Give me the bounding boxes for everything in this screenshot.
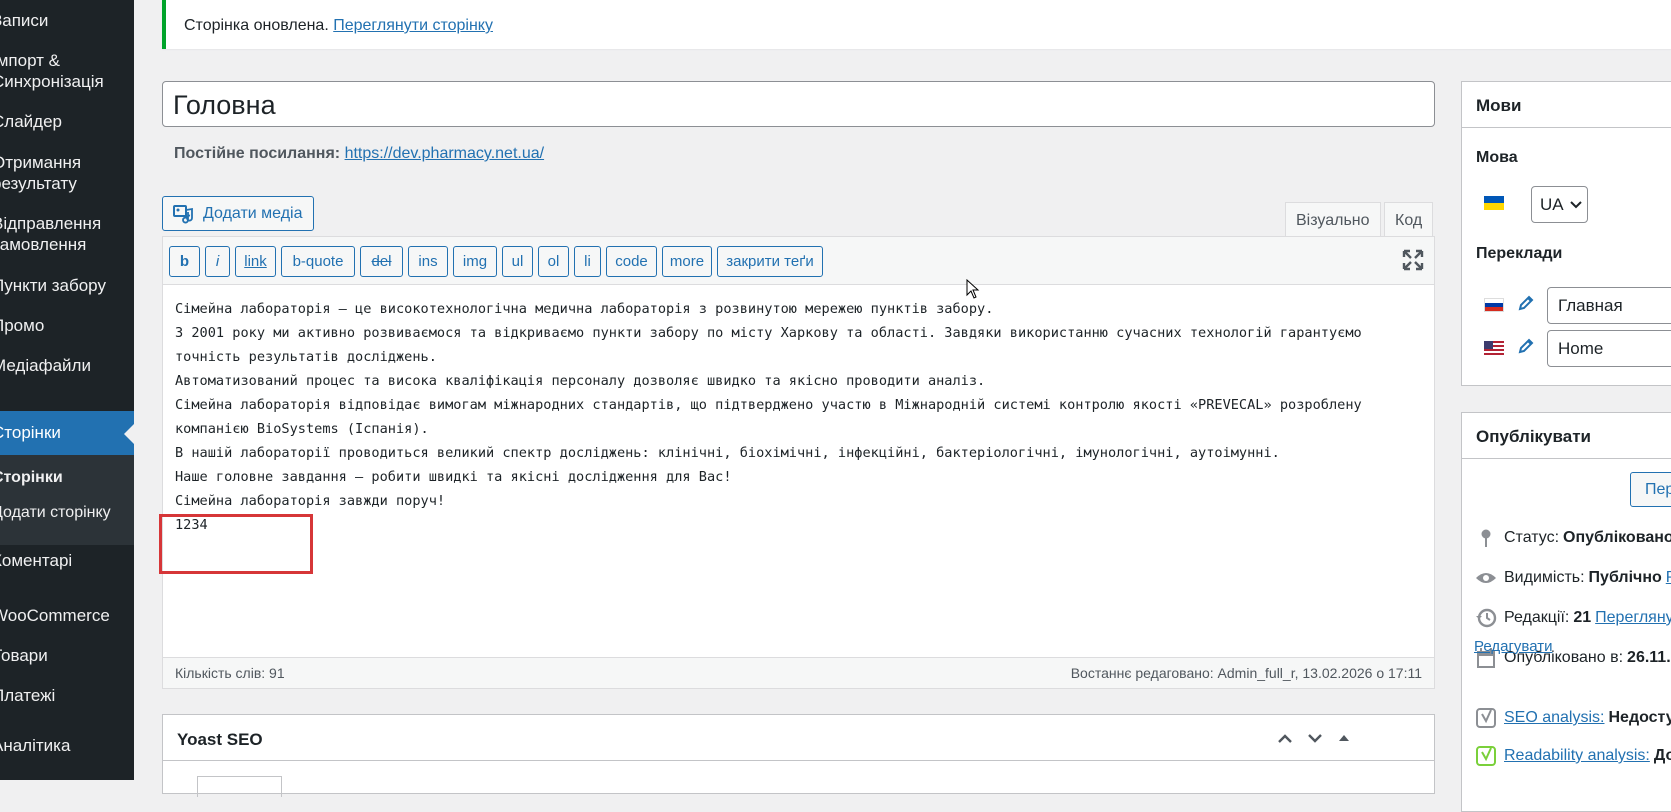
readability-analysis-link[interactable]: Readability analysis: [1504,747,1650,765]
language-select[interactable]: UA [1531,186,1588,223]
media-icon [173,204,193,223]
revisions-view-link[interactable]: Переглянути [1595,609,1671,627]
publish-panel: Опублікувати Пере Статус:Опубліковано Ви… [1461,412,1671,812]
submenu-item-add-page[interactable]: Додати сторінку [0,504,119,522]
sidebar-submenu-pages: Сторінки Додати сторінку [0,455,134,545]
translation-en-input[interactable]: Home [1547,330,1671,367]
permalink: Постійне посилання: https://dev.pharmacy… [174,145,544,163]
seo-analysis-row: SEO analysis:Недоступ [1474,706,1671,730]
update-notice: Сторінка оновлена. Переглянути сторінку [162,0,1671,49]
qt-li-button[interactable]: li [574,246,601,277]
submenu-item-all-pages[interactable]: Сторінки [0,469,71,487]
sidebar-item-woocommerce[interactable]: WooCommerce [0,605,134,627]
fullscreen-icon[interactable] [1402,249,1424,271]
page-title-input[interactable]: Головна [162,81,1435,127]
sidebar-item-promo[interactable]: Промо [0,315,134,337]
sidebar-item-pages[interactable]: Сторінки [0,411,134,455]
chevron-down-icon[interactable] [1307,731,1323,749]
chevron-up-icon[interactable] [1277,731,1293,749]
sidebar-item-results-line2[interactable]: результату [0,173,134,195]
qt-code-button[interactable]: code [606,246,657,277]
status-row: Статус: Опубліковано [1474,526,1671,550]
annotation-highlight-box [159,514,313,574]
qt-bquote-button[interactable]: b-quote [281,246,355,277]
yoast-tab[interactable] [197,776,282,797]
edit-translation-ru-icon[interactable] [1517,294,1535,317]
edit-translation-en-icon[interactable] [1517,337,1535,360]
edit-date-link[interactable]: Редагувати [1474,638,1553,655]
word-count: Кількість слів: 91 [175,665,285,681]
sidebar-item-send-order-line2[interactable]: замовлення [0,234,134,256]
editor-status-bar: Кількість слів: 91 Востаннє редаговано: … [163,657,1434,688]
sidebar-item-import-sync-line2[interactable]: Синхронізація [0,71,134,93]
admin-sidebar: Записи Імпорт & Синхронізація Слайдер От… [0,0,134,780]
languages-panel-title: Мови [1476,96,1522,115]
yoast-readability-icon [1474,744,1498,768]
quicktags-toolbar: b i link b-quote del ins img ul ol li co… [163,237,1434,285]
view-page-link[interactable]: Переглянути сторінку [333,17,493,34]
visibility-row: Видимість:ПублічноР [1474,566,1671,590]
eye-icon [1474,566,1498,590]
toggle-panel-icon[interactable] [1337,731,1351,749]
publish-panel-title: Опублікувати [1476,427,1591,446]
readability-row: Readability analysis: До [1474,744,1671,768]
sidebar-item-products[interactable]: Товари [0,645,134,667]
last-edited: Востаннє редаговано: Admin_full_r, 13.02… [1070,665,1422,681]
sidebar-item-payments[interactable]: Платежі [0,685,134,707]
translation-ru-input[interactable]: Главная [1547,287,1671,324]
sidebar-item-slider[interactable]: Слайдер [0,111,134,133]
notice-text: Сторінка оновлена. [184,17,329,34]
revisions-row: Редакції:21Переглянути [1474,606,1671,630]
permalink-url[interactable]: https://dev.pharmacy.net.ua/ [345,145,545,162]
permalink-label: Постійне посилання: [174,145,341,162]
qt-ul-button[interactable]: ul [502,246,533,277]
tab-visual[interactable]: Візуально [1285,202,1381,238]
sidebar-item-collection-points[interactable]: Пункти забору [0,275,134,297]
qt-del-button[interactable]: del [360,246,403,277]
language-select-value: UA [1540,194,1564,214]
seo-analysis-link[interactable]: SEO analysis: [1504,709,1604,727]
mouse-cursor-icon [966,279,980,299]
sidebar-item-posts[interactable]: Записи [0,10,134,32]
add-media-label: Додати медіа [203,204,303,222]
sidebar-item-send-order[interactable]: Відправлення [0,213,134,235]
yoast-seo-box: Yoast SEO [162,714,1435,797]
qt-ins-button[interactable]: ins [408,246,448,277]
flag-us-icon [1484,341,1504,355]
qt-more-button[interactable]: more [662,246,712,277]
sidebar-item-media[interactable]: Медіафайли [0,355,134,377]
qt-italic-button[interactable]: i [205,246,230,277]
history-icon [1474,606,1498,630]
sidebar-item-results[interactable]: Отримання [0,152,134,174]
pin-icon [1474,526,1498,550]
sidebar-item-import-sync[interactable]: Імпорт & [0,50,134,72]
language-label: Мова [1476,149,1518,166]
qt-bold-button[interactable]: b [169,246,200,277]
visibility-edit-link[interactable]: Р [1666,569,1671,587]
translations-label: Переклади [1476,245,1563,262]
flag-ua-icon [1484,196,1504,210]
yoast-title: Yoast SEO [177,730,263,749]
preview-button[interactable]: Пере [1630,472,1671,507]
languages-panel: Мови Мова UA Переклади Главная Home [1461,81,1671,386]
yoast-seo-icon [1474,706,1498,730]
sidebar-item-comments[interactable]: Коментарі [0,550,134,572]
qt-close-tags-button[interactable]: закрити теґи [717,246,823,277]
qt-ol-button[interactable]: ol [538,246,569,277]
editor-textarea[interactable]: Сімейна лабораторія – це високотехнологі… [175,297,1420,537]
qt-img-button[interactable]: img [453,246,497,277]
sidebar-item-analytics[interactable]: Аналітика [0,735,134,757]
tab-code[interactable]: Код [1384,202,1434,238]
flag-ru-icon [1484,298,1504,312]
add-media-button[interactable]: Додати медіа [162,196,314,231]
qt-link-button[interactable]: link [235,246,276,277]
chevron-down-icon [1569,200,1582,208]
content-editor: b i link b-quote del ins img ul ol li co… [159,236,1435,689]
